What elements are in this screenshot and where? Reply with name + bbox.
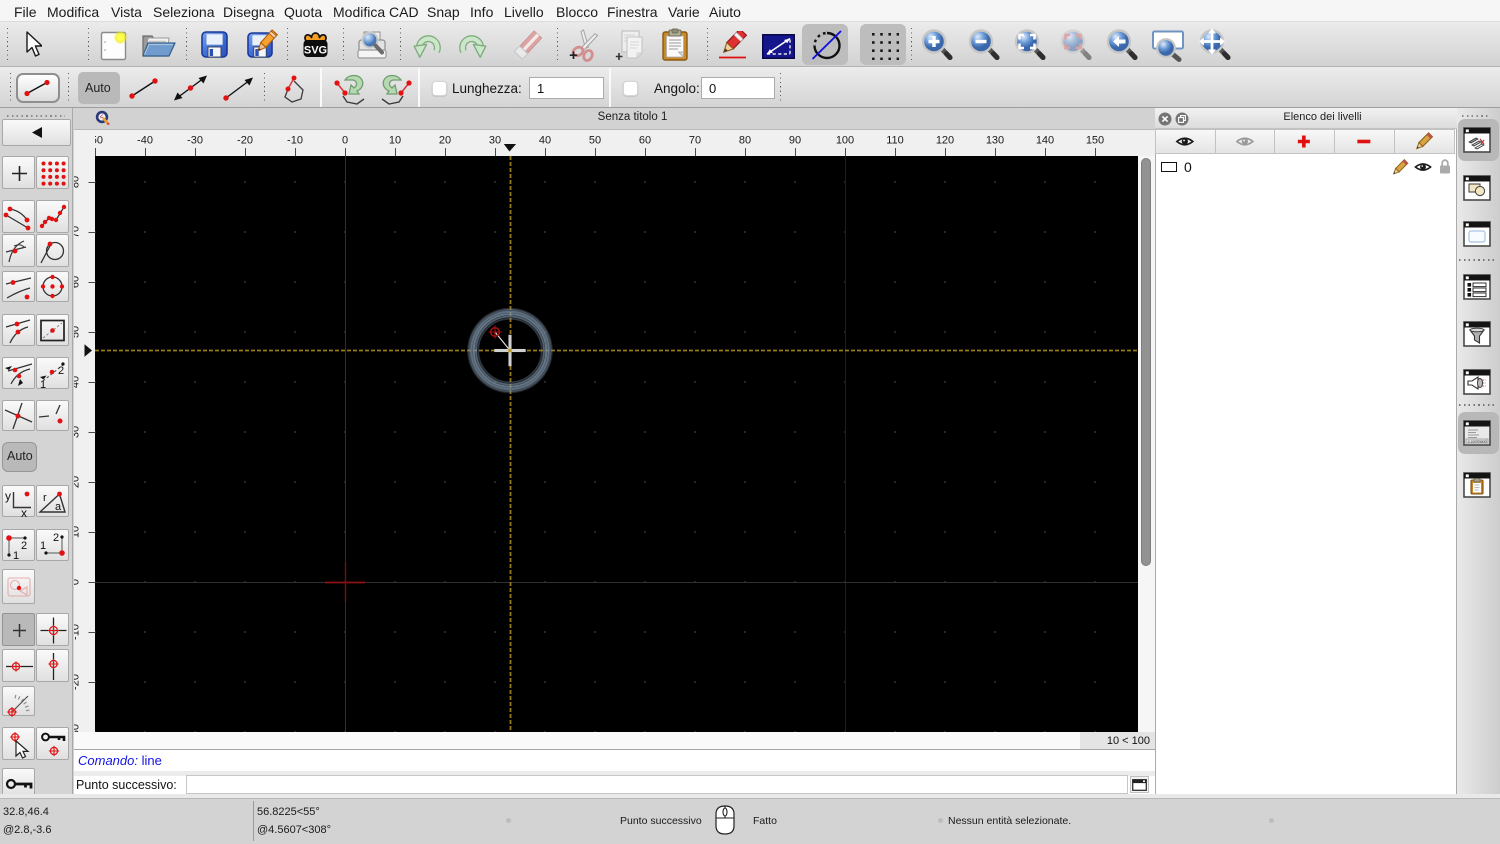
- svg-text:20: 20: [74, 476, 82, 488]
- svg-text:120: 120: [936, 135, 954, 147]
- svg-text:10: 10: [74, 526, 82, 538]
- svg-text:140: 140: [1036, 135, 1054, 147]
- svg-text:c command: c command: [1468, 439, 1487, 443]
- svg-text:80: 80: [739, 135, 751, 147]
- svg-text:50: 50: [589, 135, 601, 147]
- svg-text:2: 2: [58, 365, 64, 377]
- svg-text:60: 60: [639, 135, 651, 147]
- svg-text:30: 30: [489, 135, 501, 147]
- svg-text:-30: -30: [74, 724, 82, 732]
- svg-text:110: 110: [886, 135, 904, 147]
- svg-text:70: 70: [74, 226, 82, 238]
- svg-text:130: 130: [986, 135, 1004, 147]
- svg-text:-10: -10: [74, 624, 82, 640]
- svg-text:SVG: SVG: [304, 45, 327, 57]
- svg-text:10: 10: [389, 135, 401, 147]
- svg-text:-30: -30: [187, 135, 203, 147]
- svg-text:50: 50: [74, 326, 82, 338]
- svg-text:2: 2: [53, 532, 59, 544]
- svg-text:0: 0: [342, 135, 348, 147]
- svg-text:r: r: [43, 492, 47, 504]
- svg-text:80: 80: [74, 176, 82, 188]
- svg-text:150: 150: [1086, 135, 1104, 147]
- svg-text:1: 1: [40, 540, 46, 552]
- svg-text:60: 60: [74, 276, 82, 288]
- svg-text:40: 40: [539, 135, 551, 147]
- svg-text:-40: -40: [137, 135, 153, 147]
- svg-text:40: 40: [74, 376, 82, 388]
- svg-text:-20: -20: [74, 674, 82, 690]
- svg-text:0: 0: [74, 579, 82, 585]
- svg-text:a: a: [55, 501, 62, 513]
- svg-text:1: 1: [13, 550, 19, 561]
- svg-text:-10: -10: [287, 135, 303, 147]
- svg-text:90: 90: [789, 135, 801, 147]
- svg-text:20: 20: [439, 135, 451, 147]
- svg-text:1: 1: [40, 379, 46, 389]
- svg-text:2: 2: [21, 540, 27, 552]
- svg-text:y: y: [5, 489, 11, 503]
- svg-text:70: 70: [689, 135, 701, 147]
- svg-text:30: 30: [74, 426, 82, 438]
- svg-text:x: x: [21, 506, 27, 517]
- svg-text:100: 100: [836, 135, 854, 147]
- svg-text:-20: -20: [237, 135, 253, 147]
